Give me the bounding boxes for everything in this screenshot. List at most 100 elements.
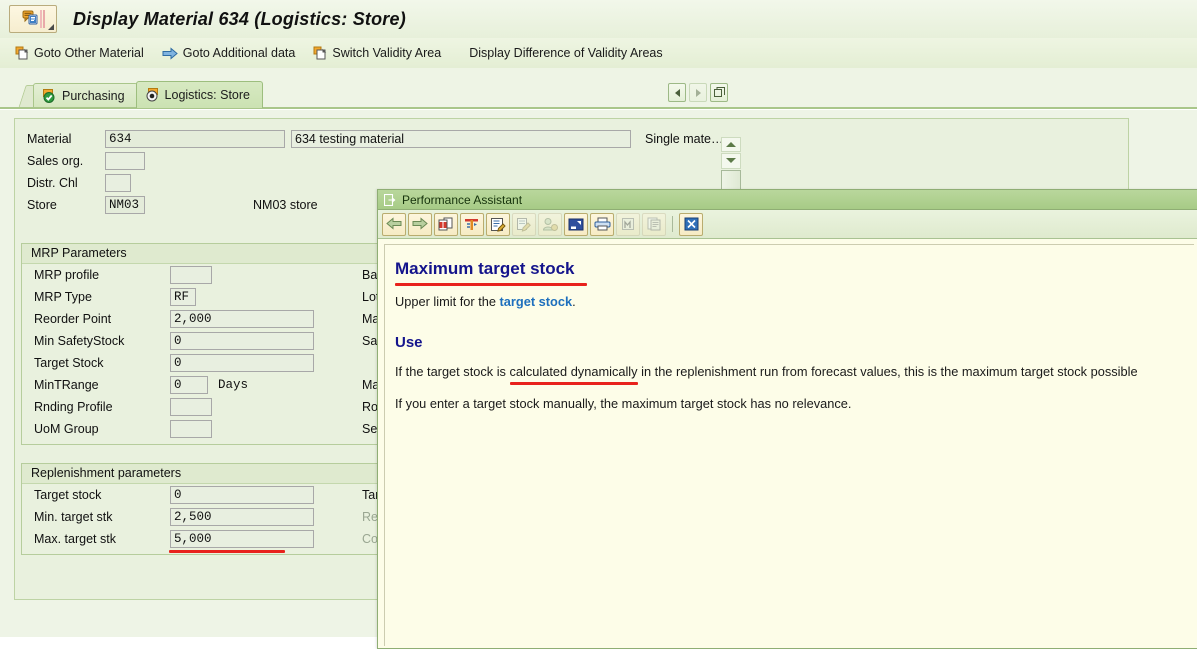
back-icon[interactable] [382,212,406,236]
tab-purchasing[interactable]: Purchasing [33,83,138,108]
window-title-bar: Display Material 634 (Logistics: Store) [0,0,1197,39]
display-note-icon[interactable] [564,212,588,236]
material-input[interactable]: 634 [105,129,285,148]
close-icon[interactable] [679,212,703,236]
help-heading: Maximum target stock [395,259,575,278]
goto-other-material-button[interactable]: Goto Other Material [6,41,153,65]
resize-corner-icon [48,24,54,30]
mrp-profile-input[interactable] [170,266,212,284]
glossary-icon[interactable] [434,212,458,236]
annotation-underline-help-heading [395,283,587,286]
tab-purchasing-label: Purchasing [62,89,125,103]
sales-org-label: Sales org. [27,153,84,168]
sales-org-input[interactable] [105,151,145,170]
toolbar-divider [672,216,673,232]
reorder-point-label: Reorder Point [34,312,112,326]
material-type-text: Single mate… [645,131,724,146]
uom-group-input[interactable] [170,420,212,438]
find-icon[interactable] [616,212,640,236]
spinner-down-button[interactable] [721,153,741,169]
help-para1-a: If the target stock is [395,363,510,379]
goto-additional-data-button[interactable]: Goto Additional data [153,41,305,65]
min-safety-stock-input[interactable]: 0 [170,332,314,350]
copy-icon[interactable] [642,212,666,236]
spinner-up-button[interactable] [721,137,741,153]
goto-additional-data-label: Goto Additional data [182,46,296,60]
min-trange-input[interactable]: 0 [170,376,208,394]
field-row-material: Material 634 634 testing material Single… [27,129,1107,148]
application-toolbar: Goto Other Material Goto Additional data… [0,38,1197,69]
tab-list-button[interactable] [710,83,728,102]
tab-scroll-left-button[interactable] [668,83,686,102]
mrp-type-label: MRP Type [34,290,92,304]
max-target-stk-label: Max. target stk [34,532,116,546]
store-label: Store [27,197,57,212]
help-intro-paragraph: Upper limit for the target stock. [395,293,1180,312]
help-paragraph-2: If you enter a target stock manually, th… [395,396,852,412]
tab-logistics-store[interactable]: Logistics: Store [135,81,264,108]
switch-validity-area-button[interactable]: Switch Validity Area [304,41,450,65]
forward-icon[interactable] [408,212,432,236]
session-glyph [22,9,39,29]
mrp-profile-label: MRP profile [34,268,100,282]
display-difference-of-validity-areas-button[interactable]: Display Difference of Validity Areas [450,41,671,65]
max-target-stk-input[interactable]: 5,000 [170,530,314,548]
rounding-profile-input[interactable] [170,398,212,416]
technical-info-icon[interactable] [460,212,484,236]
sap-session-icon[interactable] [9,5,57,33]
note-create-icon[interactable] [486,212,510,236]
help-para1-c: in the replenishment run from forecast v… [637,363,1138,379]
annotation-underline-max-target-stk [169,550,285,553]
mrp-type-input[interactable]: RF [170,288,196,306]
print-icon[interactable] [590,212,614,236]
distr-chl-input[interactable] [105,173,131,192]
help-para1-b: calculated dynamically [509,363,638,379]
performance-assistant-dialog: Performance Assistant Maximum target sto… [377,189,1197,649]
page-title: Display Material 634 (Logistics: Store) [73,8,406,29]
help-window-icon [383,193,396,206]
min-safety-stock-label: Min SafetyStock [34,334,125,348]
reorder-point-input[interactable]: 2,000 [170,310,314,328]
arrow-right-icon [162,46,178,60]
triangle-down-icon [726,158,736,164]
dialog-title-bar: Performance Assistant [378,190,1197,210]
document-new-icon [15,46,29,60]
dialog-toolbar [378,210,1197,239]
display-difference-label: Display Difference of Validity Areas [469,46,663,60]
goto-other-material-label: Goto Other Material [34,46,144,60]
min-trange-unit: Days [218,378,249,392]
help-use-heading: Use [395,333,423,351]
title-icon-divider [39,10,42,28]
triangle-up-icon [726,142,736,148]
help-intro-suffix: . [572,294,576,309]
header-scroll-spinner[interactable] [721,137,741,193]
tab-logistics-store-label: Logistics: Store [164,88,251,102]
annotation-underline-calculated-dynamically [509,381,638,385]
uom-group-label: UoM Group [34,422,99,436]
repl-target-stock-input[interactable]: 0 [170,486,314,504]
target-stock-input[interactable]: 0 [170,354,314,372]
rounding-profile-label: Rnding Profile [34,400,113,414]
tab-scroll-right-button[interactable] [689,83,707,102]
note-edit-icon[interactable] [512,212,536,236]
radio-selected-icon [146,88,160,102]
help-paragraph-1: If the target stock is calculated dynami… [395,363,1180,385]
sap-gui-window: Display Material 634 (Logistics: Store) … [0,0,1197,649]
switch-validity-area-label: Switch Validity Area [332,46,442,60]
distr-chl-label: Distr. Chl [27,175,78,190]
help-para1-highlight-wrap: calculated dynamically [509,363,638,385]
title-icon-divider-2 [42,10,45,28]
tab-navigation-buttons [668,83,728,102]
tab-overview-icon [713,87,725,98]
target-stock-label: Target Stock [34,356,104,370]
target-stock-link[interactable]: target stock [500,294,573,309]
material-label: Material [27,131,72,146]
dialog-title-label: Performance Assistant [402,192,523,207]
user-settings-icon[interactable] [538,212,562,236]
store-input[interactable]: NM03 [105,195,145,214]
help-intro-prefix: Upper limit for the [395,294,500,309]
help-heading-wrap: Maximum target stock [395,259,1180,286]
repl-target-stock-label: Target stock [34,488,102,502]
min-target-stk-input[interactable]: 2,500 [170,508,314,526]
material-description-input[interactable]: 634 testing material [291,129,631,148]
